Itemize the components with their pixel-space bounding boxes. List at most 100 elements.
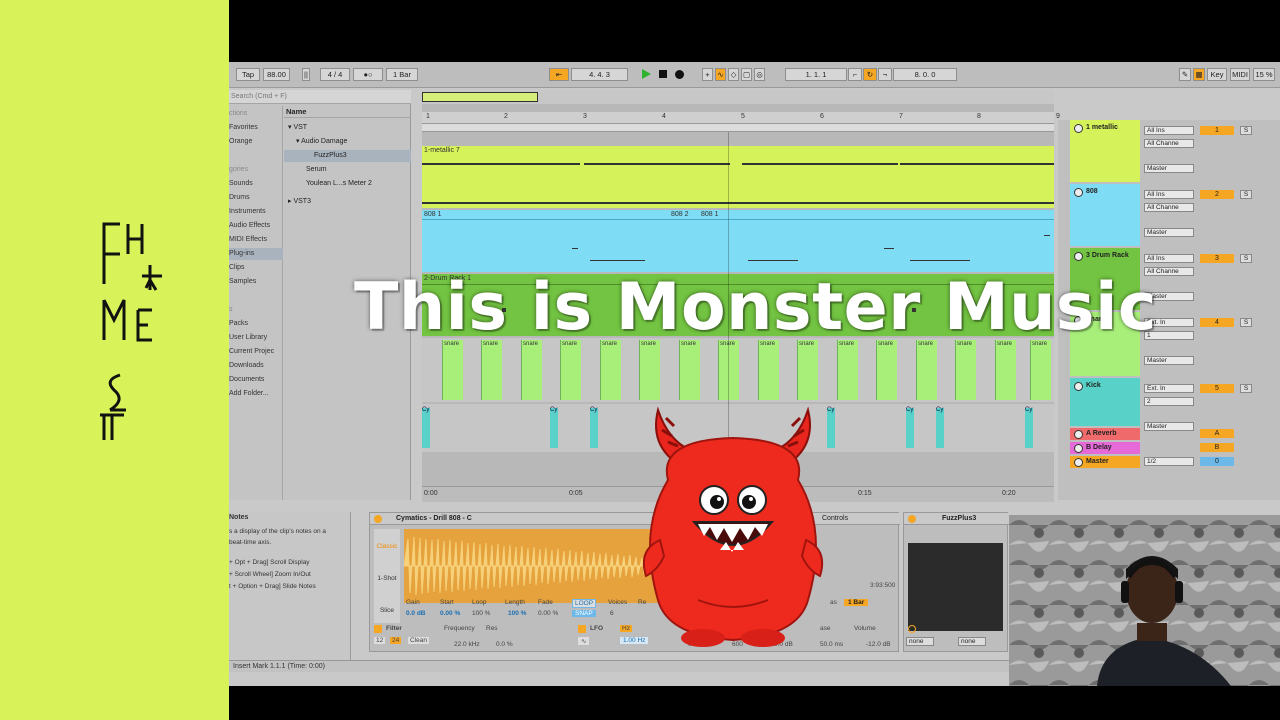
- return-activator[interactable]: B: [1200, 443, 1234, 452]
- midi-note[interactable]: [910, 260, 970, 261]
- audio-clip[interactable]: snare: [797, 340, 818, 400]
- gain-value[interactable]: 0.0 dB: [406, 610, 426, 617]
- track-fold-icon[interactable]: [1074, 252, 1083, 261]
- sidebar-item-user-library[interactable]: User Library: [229, 332, 283, 344]
- bar-value-dropdown[interactable]: 1 Bar: [844, 599, 869, 606]
- track-title-808[interactable]: 808: [1070, 184, 1140, 197]
- device-power-icon[interactable]: [374, 515, 382, 523]
- audio-clip[interactable]: snare: [442, 340, 463, 400]
- session-record-icon[interactable]: ◎: [754, 68, 765, 81]
- track-fold-icon[interactable]: [1074, 188, 1083, 197]
- solo-button[interactable]: S: [1240, 190, 1252, 199]
- computer-keyboard-icon[interactable]: ▦: [1193, 68, 1205, 81]
- input-channel-dropdown[interactable]: 2: [1144, 397, 1194, 406]
- tree-item-youlean[interactable]: Youlean L...s Meter 2: [306, 178, 372, 190]
- track-fold-icon[interactable]: [1074, 430, 1083, 439]
- track-title-metallic[interactable]: 1 metallic: [1070, 120, 1140, 133]
- filter-slope-24[interactable]: 24: [390, 637, 402, 644]
- audio-clip[interactable]: snare: [955, 340, 976, 400]
- midi-note[interactable]: [1044, 235, 1050, 236]
- filter-toggle[interactable]: [374, 625, 382, 633]
- track-lane-metallic[interactable]: 1-metallic 7: [422, 146, 1054, 208]
- lfo-toggle[interactable]: [578, 625, 586, 633]
- input-type-dropdown[interactable]: All Ins: [1144, 126, 1194, 135]
- frequency-value[interactable]: 22.0 kHz: [454, 641, 480, 648]
- automation-arm-icon[interactable]: ∿: [715, 68, 726, 81]
- metronome-icon[interactable]: ||: [302, 68, 310, 81]
- audio-clip[interactable]: snare: [837, 340, 858, 400]
- track-title-drum-rack[interactable]: 3 Drum Rack: [1070, 248, 1140, 261]
- record-mode-icon[interactable]: ●○: [353, 68, 383, 81]
- tree-item-fuzzplus3[interactable]: FuzzPlus3: [284, 150, 411, 162]
- input-type-dropdown[interactable]: Ext. In: [1144, 384, 1194, 393]
- voices-value[interactable]: 6: [610, 610, 614, 617]
- play-button[interactable]: [642, 69, 651, 79]
- solo-button[interactable]: S: [1240, 318, 1252, 327]
- audio-clip[interactable]: snare: [876, 340, 897, 400]
- midi-note[interactable]: [572, 248, 578, 249]
- midi-map-button[interactable]: MIDI: [1230, 68, 1250, 81]
- track-lane-snare[interactable]: snare snare snare snare snare snare snar…: [422, 338, 1054, 402]
- track-fold-icon[interactable]: [1074, 458, 1083, 467]
- midi-note[interactable]: [900, 163, 1054, 165]
- midi-note[interactable]: [748, 260, 798, 261]
- sidebar-item-sounds[interactable]: Sounds: [229, 178, 283, 190]
- midi-note[interactable]: [584, 163, 730, 165]
- sidebar-item-instruments[interactable]: Instruments: [229, 206, 283, 218]
- audio-clip[interactable]: snare: [481, 340, 502, 400]
- sidebar-item-drums[interactable]: Drums: [229, 192, 283, 204]
- midi-note[interactable]: [422, 202, 1054, 204]
- output-dropdown[interactable]: Master: [1144, 164, 1194, 173]
- audio-clip[interactable]: snare: [916, 340, 937, 400]
- audio-clip[interactable]: snare: [639, 340, 660, 400]
- track-fold-icon[interactable]: [1074, 444, 1083, 453]
- capture-icon[interactable]: ▢: [741, 68, 752, 81]
- volume-value[interactable]: -12.0 dB: [866, 641, 891, 648]
- sidebar-item-audio-effects[interactable]: Audio Effects: [229, 220, 283, 232]
- input-type-dropdown[interactable]: All Ins: [1144, 190, 1194, 199]
- key-map-button[interactable]: Key: [1207, 68, 1227, 81]
- return-title-reverb[interactable]: A Reverb: [1070, 426, 1140, 439]
- overview-strip[interactable]: [422, 90, 1054, 104]
- audio-clip[interactable]: Cy: [906, 407, 914, 448]
- browser-search-input[interactable]: Search (Cmd + F): [229, 90, 411, 104]
- loop-value[interactable]: 100 %: [472, 610, 490, 617]
- midi-note[interactable]: [590, 260, 645, 261]
- lfo-wave-dropdown[interactable]: ∿: [578, 637, 590, 645]
- master-title[interactable]: Master: [1070, 454, 1140, 467]
- loop-brace[interactable]: [422, 124, 1054, 132]
- fade-value[interactable]: 0.00 %: [538, 610, 558, 617]
- audio-clip[interactable]: snare: [758, 340, 779, 400]
- audio-clip[interactable]: snare: [1030, 340, 1051, 400]
- track-title-kick[interactable]: Kick: [1070, 378, 1140, 391]
- overdub-icon[interactable]: +: [702, 68, 713, 81]
- sidebar-item-midi-effects[interactable]: MIDI Effects: [229, 234, 283, 246]
- track-activator[interactable]: 3: [1200, 254, 1234, 263]
- quantize-dropdown[interactable]: 1 Bar: [386, 68, 418, 81]
- return-title-delay[interactable]: B Delay: [1070, 440, 1140, 453]
- sidebar-item-add-folder[interactable]: Add Folder...: [229, 388, 283, 400]
- sidebar-item-documents[interactable]: Documents: [229, 374, 283, 386]
- record-button[interactable]: [675, 70, 684, 79]
- tree-item-audio-damage[interactable]: ▾ Audio Damage: [296, 136, 347, 148]
- sidebar-item-plug-ins[interactable]: Plug-ins: [229, 248, 283, 260]
- sidebar-item-clips[interactable]: Clips: [229, 262, 283, 274]
- filter-type-dropdown[interactable]: Clean: [408, 637, 429, 644]
- loop-start-field[interactable]: 1. 1. 1: [785, 68, 847, 81]
- sidebar-item-orange[interactable]: Orange: [229, 136, 283, 148]
- fuzz-title[interactable]: FuzzPlus3: [904, 513, 1009, 525]
- solo-button[interactable]: S: [1240, 126, 1252, 135]
- output-dropdown[interactable]: Master: [1144, 228, 1194, 237]
- time-signature-field[interactable]: 4 / 4: [320, 68, 350, 81]
- track-activator[interactable]: 5: [1200, 384, 1234, 393]
- draw-mode-icon[interactable]: ✎: [1179, 68, 1191, 81]
- follow-icon[interactable]: ⇤: [549, 68, 569, 81]
- mode-slice-button[interactable]: Slice: [374, 593, 400, 621]
- punch-in-icon[interactable]: ⌐: [848, 68, 862, 81]
- sidebar-item-downloads[interactable]: Downloads: [229, 360, 283, 372]
- sidebar-item-favorites[interactable]: Favorites: [229, 122, 283, 134]
- audio-clip[interactable]: Cy: [1025, 407, 1033, 448]
- master-value[interactable]: 1/2: [1144, 457, 1194, 466]
- track-activator[interactable]: 4: [1200, 318, 1234, 327]
- filter-slope-12[interactable]: 12: [374, 637, 386, 644]
